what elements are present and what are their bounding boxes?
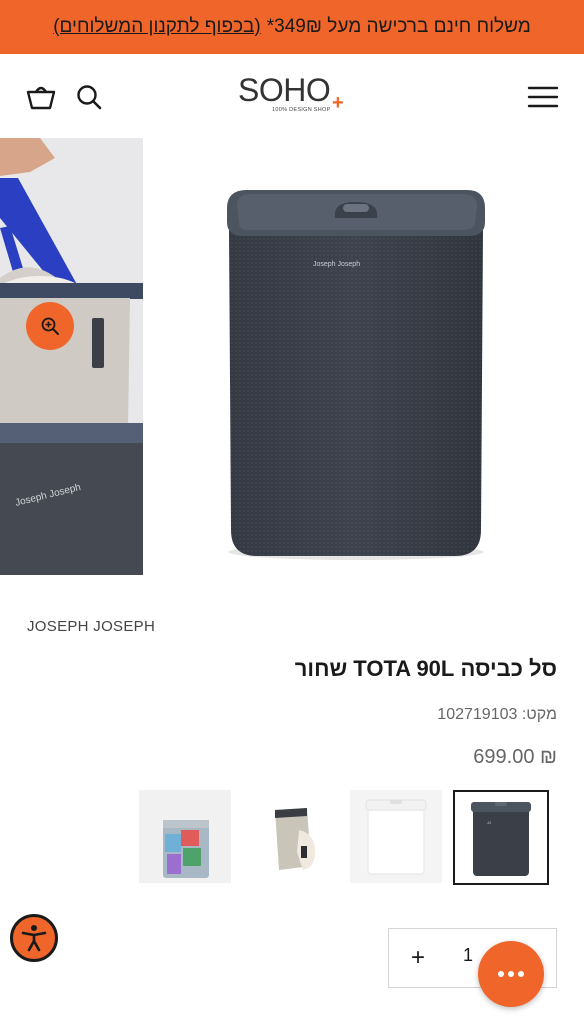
site-logo[interactable]: SOHO + 100% DESIGN SHOP (238, 72, 350, 118)
logo-plus-icon: + (332, 92, 344, 114)
thumbnail-colorful-bin[interactable] (139, 790, 231, 883)
zoom-in-icon (41, 317, 59, 335)
product-sku: מקט: 102719103 (437, 706, 557, 723)
gallery-main-image[interactable]: Joseph Joseph (143, 138, 584, 578)
product-vendor[interactable]: JOSEPH JOSEPH (27, 618, 155, 635)
menu-icon (527, 86, 559, 108)
thumbnail-strip: JJ (139, 790, 549, 885)
shipping-terms-link[interactable]: (בכפוף לתקנון המשלוחים) (53, 16, 261, 38)
menu-button[interactable] (524, 81, 562, 113)
accessibility-icon (21, 925, 47, 952)
chat-button[interactable] (478, 941, 544, 1007)
zoom-button[interactable] (26, 302, 74, 350)
lifestyle-photo: Joseph Joseph (0, 138, 143, 575)
logo-text: SOHO (238, 72, 331, 108)
search-icon (77, 85, 102, 110)
site-header: SOHO + 100% DESIGN SHOP (0, 54, 584, 138)
gallery-side-image[interactable]: Joseph Joseph (0, 138, 143, 575)
main-brand-label: Joseph Joseph (313, 261, 360, 268)
chat-dots-icon (498, 971, 524, 977)
cart-button[interactable] (24, 80, 58, 114)
laundry-bin-photo: Joseph Joseph (227, 190, 485, 560)
thumbnail-white-bin[interactable] (350, 790, 442, 883)
svg-text:JJ: JJ (487, 820, 491, 825)
thumbnail-beige-bin[interactable] (245, 790, 337, 883)
product-title: סל כביסה TOTA 90L שחור (294, 656, 557, 681)
thumbnail-black-bin[interactable]: JJ (453, 790, 549, 885)
search-button[interactable] (72, 80, 106, 114)
product-gallery[interactable]: Joseph Joseph Joseph Joseph (0, 138, 584, 578)
logo-tagline: 100% DESIGN SHOP (272, 107, 331, 113)
promo-text: משלוח חינם ברכישה מעל 349₪* (266, 16, 531, 37)
quantity-value[interactable]: 1 (463, 945, 473, 966)
promo-bar: משלוח חינם ברכישה מעל 349₪* (בכפוף לתקנו… (0, 0, 584, 54)
quantity-increase-button[interactable]: + (405, 943, 431, 973)
product-price: ₪ 699.00 (473, 746, 557, 768)
cart-icon (26, 86, 56, 110)
accessibility-button[interactable] (10, 914, 58, 962)
